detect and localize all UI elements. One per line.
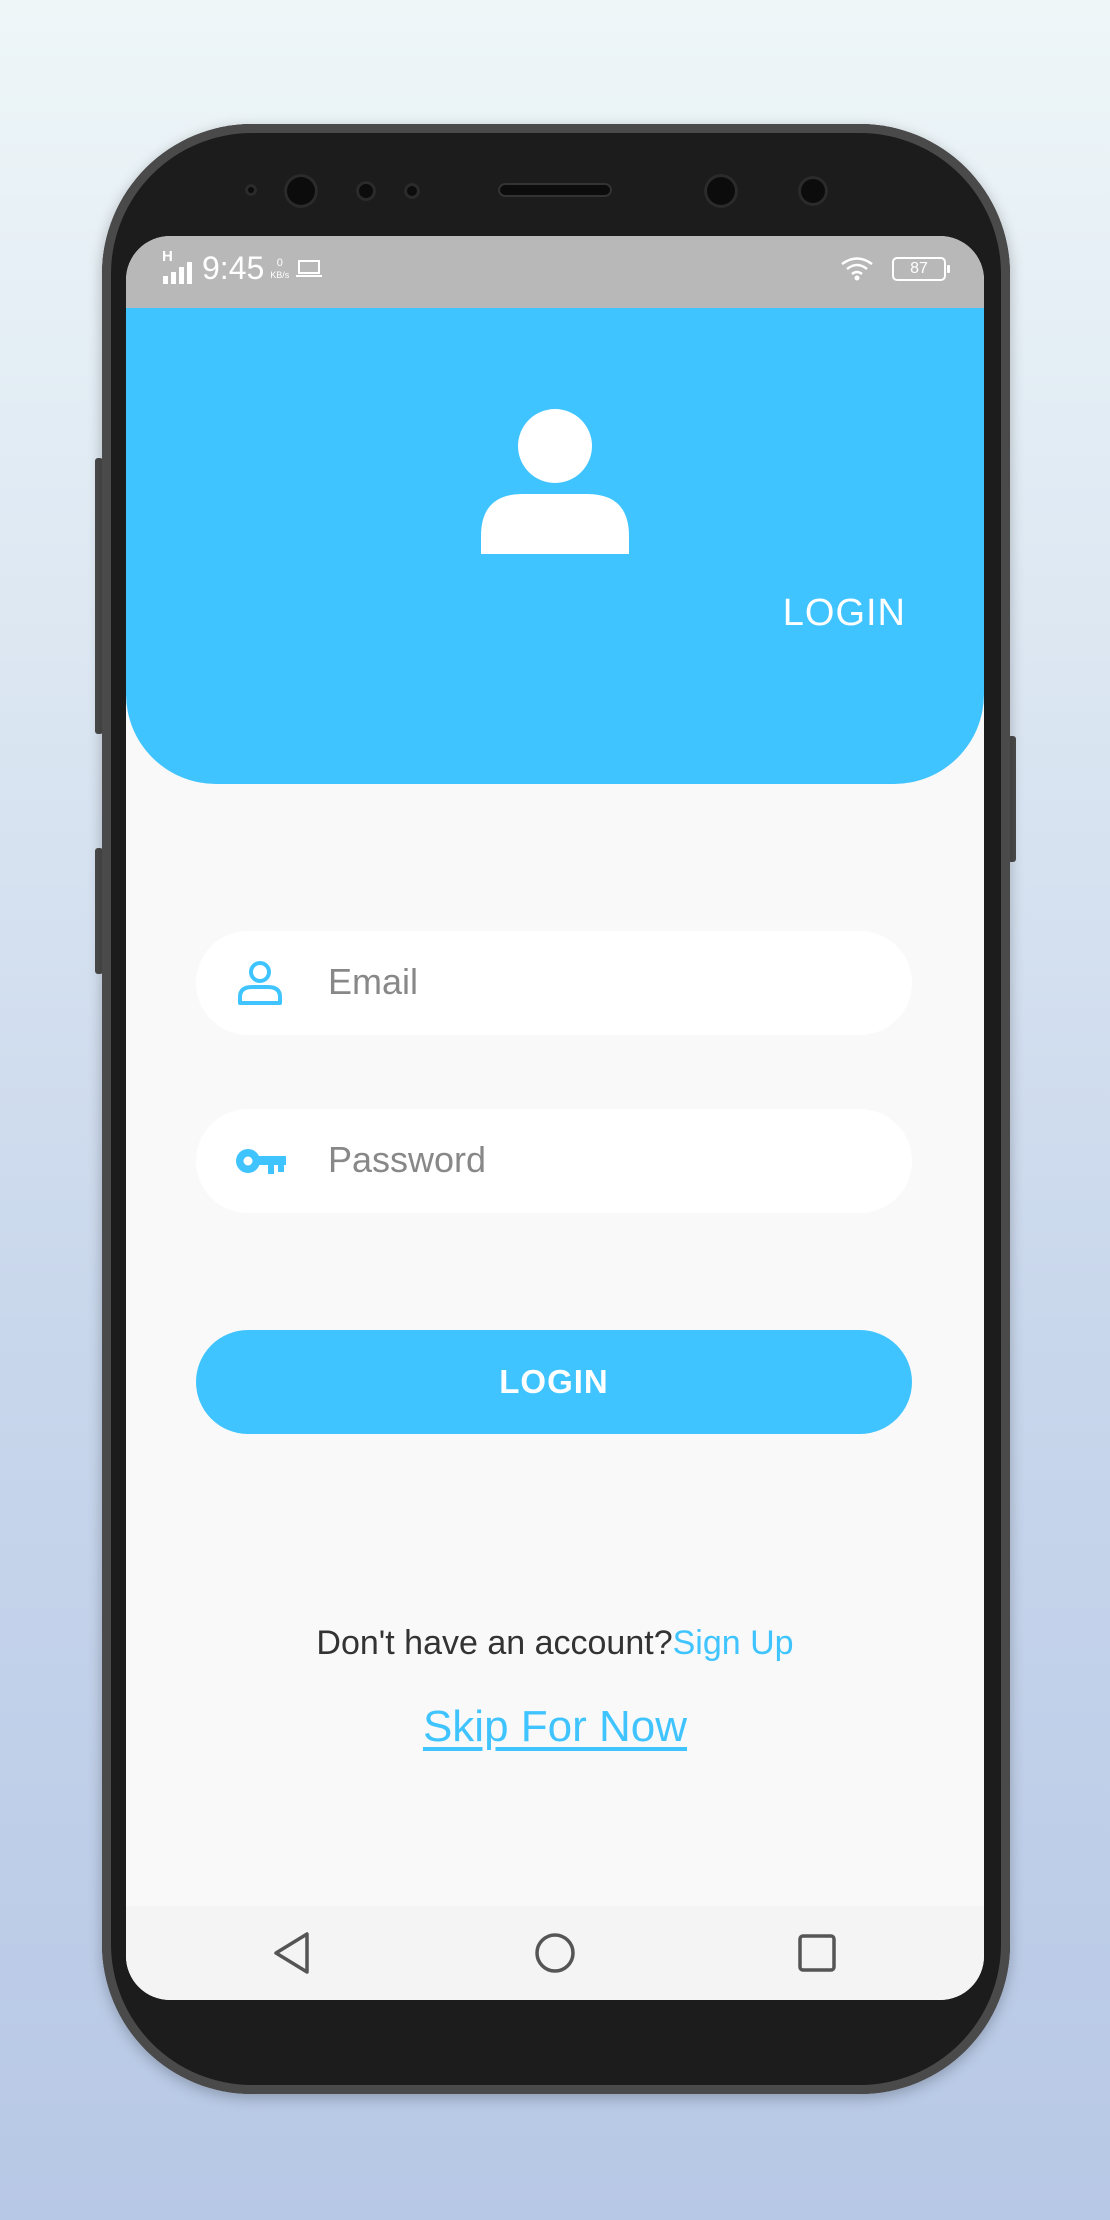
- sensor-dot: [404, 183, 420, 199]
- sensor-dot: [798, 176, 828, 206]
- status-left: H 9:45 0 KB/s: [162, 248, 323, 287]
- status-right: 87: [840, 256, 950, 282]
- data-rate-value: 0: [276, 256, 283, 269]
- password-field[interactable]: [196, 1109, 912, 1213]
- account-prompt-text: Don't have an account?: [316, 1624, 673, 1662]
- earpiece-speaker: [498, 183, 612, 197]
- key-icon: [236, 1149, 286, 1174]
- skip-for-now-link[interactable]: Skip For Now: [126, 1702, 984, 1752]
- data-rate-unit: KB/s: [270, 269, 290, 280]
- laptop-icon: [296, 259, 323, 277]
- status-time: 9:45: [202, 250, 265, 286]
- status-bar: H 9:45 0 KB/s 87: [126, 236, 984, 308]
- password-input[interactable]: [326, 1129, 870, 1191]
- sign-up-link[interactable]: Sign Up: [673, 1624, 794, 1662]
- user-avatar-icon: [481, 409, 629, 554]
- header-title: LOGIN: [782, 592, 906, 634]
- app-screen: H 9:45 0 KB/s 87 LOGIN Email LOGIN Don't…: [126, 236, 984, 2000]
- email-field[interactable]: [196, 931, 912, 1035]
- signal-icon: H: [162, 248, 196, 286]
- login-header: LOGIN: [126, 308, 984, 784]
- skip-for-now-label[interactable]: Skip For Now: [423, 1702, 687, 1751]
- iris-camera: [704, 174, 738, 208]
- system-nav-bar: [126, 1906, 984, 2000]
- wifi-icon: [841, 257, 873, 281]
- back-triangle-icon[interactable]: [268, 1928, 318, 1978]
- home-circle-icon[interactable]: [530, 1928, 580, 1978]
- data-rate: 0 KB/s: [270, 257, 289, 281]
- email-input[interactable]: [326, 951, 870, 1013]
- battery-icon: 87: [892, 257, 950, 281]
- recents-square-icon[interactable]: [792, 1928, 842, 1978]
- sensor-dot: [245, 184, 257, 196]
- person-icon: [238, 961, 282, 1005]
- sensor-dot: [356, 181, 376, 201]
- login-button[interactable]: LOGIN: [196, 1330, 912, 1434]
- front-camera: [284, 174, 318, 208]
- signup-prompt-row: Don't have an account?Sign Up: [126, 1624, 984, 1663]
